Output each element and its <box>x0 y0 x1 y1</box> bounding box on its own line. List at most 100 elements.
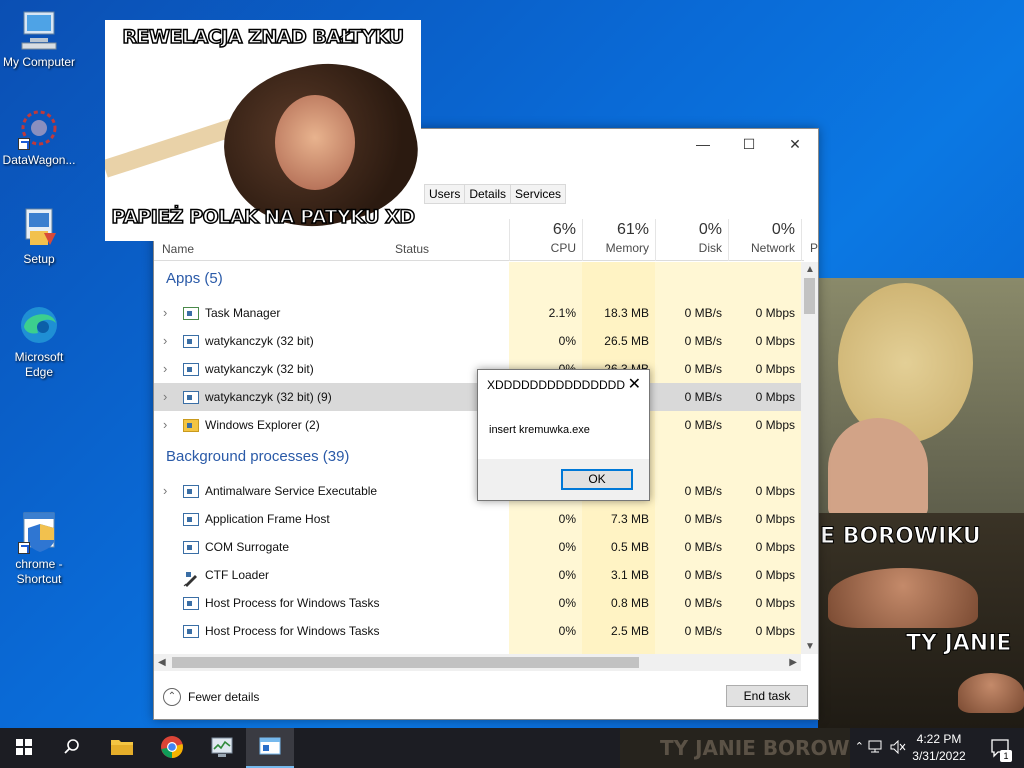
desktop-icon-edge[interactable]: Microsoft Edge <box>0 303 78 380</box>
column-disk[interactable]: 0% Disk <box>655 219 728 261</box>
group-header-apps: Apps (5) <box>166 270 223 287</box>
column-name[interactable]: Name <box>162 242 194 256</box>
app-window-icon <box>183 391 199 404</box>
network-label: Network <box>750 241 795 255</box>
scroll-thumb[interactable] <box>172 657 639 668</box>
memory-value: 18.3 MB <box>604 306 649 320</box>
chevron-right-icon[interactable]: › <box>163 477 167 505</box>
cpu-label: CPU <box>550 241 576 255</box>
chevron-right-icon[interactable]: › <box>163 299 167 327</box>
column-network[interactable]: 0% Network <box>728 219 801 261</box>
meme-caption-top: REWELACJA ZNAD BAŁTYKU <box>122 25 405 49</box>
close-icon[interactable]: ✕ <box>628 374 641 394</box>
search-button[interactable] <box>48 728 96 768</box>
process-name: Task Manager <box>205 306 281 320</box>
taskbar-chrome[interactable] <box>148 728 196 768</box>
start-button[interactable] <box>0 728 48 768</box>
taskbar-watykanczyk[interactable] <box>246 728 294 768</box>
process-name: Host Process for Windows Tasks <box>205 624 380 638</box>
disk-value: 0 MB/s <box>684 624 722 638</box>
taskbar-task-manager[interactable] <box>198 728 246 768</box>
shield-window-icon <box>16 510 62 554</box>
table-row[interactable]: Host Process for Windows Tasks 0% 2.5 MB… <box>154 617 801 645</box>
power-label: P <box>810 241 819 255</box>
scroll-down-icon[interactable]: ▼ <box>805 641 815 652</box>
column-status[interactable]: Status <box>395 242 429 256</box>
cpu-value: 0% <box>558 334 576 348</box>
cpu-value: 0% <box>558 624 576 638</box>
process-name: COM Surrogate <box>205 540 290 554</box>
scroll-up-icon[interactable]: ▲ <box>805 264 815 275</box>
process-name: Application Frame Host <box>205 512 330 526</box>
scroll-thumb[interactable] <box>804 278 815 314</box>
desktop-icon-label: Microsoft Edge <box>14 350 64 379</box>
taskbar-file-explorer[interactable] <box>98 728 146 768</box>
minimize-icon[interactable]: — <box>680 129 726 159</box>
table-row[interactable]: › Task Manager 2.1% 18.3 MB 0 MB/s 0 Mbp… <box>154 299 801 327</box>
folder-icon <box>183 419 199 432</box>
chevron-right-icon[interactable]: › <box>163 411 167 439</box>
disk-value: 0 MB/s <box>684 484 722 498</box>
network-icon[interactable] <box>868 740 884 757</box>
table-row[interactable]: COM Surrogate 0% 0.5 MB 0 MB/s 0 Mbps <box>154 533 801 561</box>
app-window-icon <box>183 597 199 610</box>
app-window-icon <box>183 625 199 638</box>
memory-label: Memory <box>605 241 649 255</box>
disk-value: 0 MB/s <box>684 334 722 348</box>
table-row[interactable]: CTF Loader 0% 3.1 MB 0 MB/s 0 Mbps <box>154 561 801 589</box>
meme-image-papiez: REWELACJA ZNAD BAŁTYKU PAPIEŻ POLAK NA P… <box>105 20 421 241</box>
desktop-icon-my-computer[interactable]: My Computer <box>0 8 78 70</box>
ok-button[interactable]: OK <box>561 469 633 490</box>
search-icon <box>63 738 81 759</box>
network-value: 0 Mbps <box>755 362 795 376</box>
edge-icon <box>16 303 62 347</box>
vertical-scrollbar[interactable]: ▲ ▼ <box>801 262 818 654</box>
process-name: watykanczyk (32 bit) <box>205 362 314 376</box>
scroll-right-icon[interactable]: ▶ <box>789 657 797 668</box>
column-cpu[interactable]: 6% CPU <box>509 219 582 261</box>
chevron-up-icon[interactable]: ⌃ <box>855 740 864 753</box>
table-row[interactable]: Host Process for Windows Tasks 0% 0.8 MB… <box>154 589 801 617</box>
memory-value: 0.8 MB <box>610 596 649 610</box>
chevron-up-icon[interactable]: ⌃ <box>163 688 181 706</box>
column-power[interactable]: P <box>801 219 819 261</box>
disk-label: Disk <box>698 241 722 255</box>
disk-value: 0 MB/s <box>684 596 722 610</box>
network-value: 0 Mbps <box>755 540 795 554</box>
taskbar: TY JANIE BOROW ⌃ 4:22 PM 3/31/2022 1 <box>0 728 1024 768</box>
chevron-right-icon[interactable]: › <box>163 383 167 411</box>
tab-users[interactable]: Users <box>424 184 466 204</box>
column-memory[interactable]: 61% Memory <box>582 219 655 261</box>
memory-value: 7.3 MB <box>610 512 649 526</box>
desktop-icon-datawagon[interactable]: DataWagon... <box>0 106 78 168</box>
maximize-icon[interactable]: ☐ <box>726 129 772 159</box>
scroll-left-icon[interactable]: ◀ <box>158 657 166 668</box>
desktop-icon-setup[interactable]: Setup <box>0 205 78 267</box>
table-row[interactable]: Application Frame Host 0% 7.3 MB 0 MB/s … <box>154 505 801 533</box>
tab-details[interactable]: Details <box>464 184 512 204</box>
chevron-right-icon[interactable]: › <box>163 327 167 355</box>
group-header-background: Background processes (39) <box>166 448 350 465</box>
disk-value: 0 MB/s <box>684 306 722 320</box>
desktop-icon-chrome-shortcut[interactable]: chrome - Shortcut <box>0 510 78 587</box>
window-caption-buttons: — ☐ ✕ <box>680 129 818 159</box>
taskbar-clock[interactable]: 4:22 PM 3/31/2022 <box>904 731 974 765</box>
folder-icon <box>110 737 134 760</box>
disk-value: 0 MB/s <box>684 362 722 376</box>
disk-value: 0 MB/s <box>684 512 722 526</box>
person-image <box>828 418 928 518</box>
app-window-icon <box>183 513 199 526</box>
fewer-details-link[interactable]: Fewer details <box>188 690 259 704</box>
process-name: Antimalware Service Executable <box>205 484 378 498</box>
process-name: Windows Explorer (2) <box>205 418 320 432</box>
network-value: 0 Mbps <box>755 390 795 404</box>
close-icon[interactable]: ✕ <box>772 129 818 159</box>
pen-icon <box>183 569 199 587</box>
horizontal-scrollbar[interactable]: ◀ ▶ <box>154 654 801 671</box>
end-task-button[interactable]: End task <box>726 685 808 707</box>
datawagon-icon <box>16 106 62 150</box>
chevron-right-icon[interactable]: › <box>163 355 167 383</box>
tab-services[interactable]: Services <box>510 184 567 204</box>
dialog-message: insert kremuwka.exe <box>489 424 590 436</box>
table-row[interactable]: › watykanczyk (32 bit) 0% 26.5 MB 0 MB/s… <box>154 327 801 355</box>
